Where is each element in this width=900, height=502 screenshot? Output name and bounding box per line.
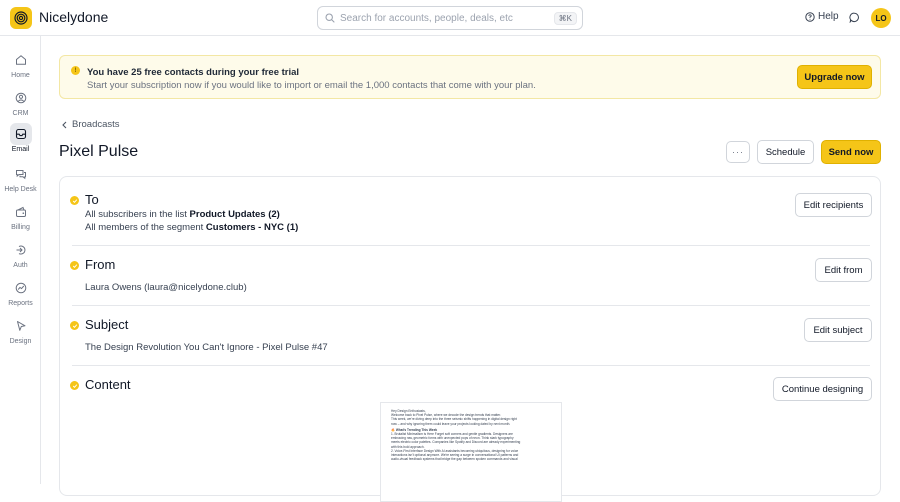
global-search[interactable]: ⌘K bbox=[317, 6, 583, 30]
sidebar-item-label: Billing bbox=[11, 224, 30, 231]
sidebar-item-reports[interactable]: Reports bbox=[0, 277, 41, 307]
divider bbox=[72, 245, 870, 246]
list-name: Product Updates (2) bbox=[189, 209, 280, 220]
sidebar-item-auth[interactable]: Auth bbox=[0, 239, 41, 269]
sidebar-item-label: Help Desk bbox=[4, 186, 37, 193]
from-value: Laura Owens (laura@nicelydone.club) bbox=[85, 282, 247, 293]
sidebar-item-label: Home bbox=[11, 72, 30, 79]
subject-value: The Design Revolution You Can't Ignore -… bbox=[85, 342, 328, 353]
search-shortcut-badge: ⌘K bbox=[553, 11, 577, 25]
send-now-button[interactable]: Send now bbox=[821, 140, 881, 164]
home-icon bbox=[10, 49, 32, 71]
sidebar-item-label: Design bbox=[9, 338, 32, 345]
sidebar-item-label: CRM bbox=[12, 110, 29, 117]
subject-title: Subject bbox=[85, 317, 129, 332]
crm-icon bbox=[10, 87, 32, 109]
segment-name: Customers - NYC (1) bbox=[205, 222, 299, 233]
divider bbox=[72, 305, 870, 306]
auth-icon bbox=[10, 239, 32, 261]
info-icon: ! bbox=[71, 66, 80, 75]
preview-line: audio-visual feedback systems that bridg… bbox=[391, 457, 518, 462]
trial-banner: ! You have 25 free contacts during your … bbox=[59, 55, 881, 99]
check-circle-icon bbox=[70, 381, 79, 390]
search-input[interactable] bbox=[340, 12, 554, 24]
check-circle-icon bbox=[70, 196, 79, 205]
to-segment-line: All members of the segment Customers - N… bbox=[85, 222, 299, 233]
sidebar-item-design[interactable]: Design bbox=[0, 315, 41, 345]
to-title: To bbox=[85, 192, 99, 207]
sidebar-item-crm[interactable]: CRM bbox=[0, 87, 41, 117]
edit-recipients-button[interactable]: Edit recipients bbox=[795, 193, 872, 217]
check-circle-icon bbox=[70, 321, 79, 330]
search-icon bbox=[325, 13, 335, 23]
app-logo[interactable] bbox=[10, 7, 32, 29]
to-list-line: All subscribers in the list Product Upda… bbox=[85, 209, 280, 220]
sidebar-item-email[interactable]: Email bbox=[0, 123, 41, 153]
reports-icon bbox=[10, 277, 32, 299]
billing-icon bbox=[10, 201, 32, 223]
sidebar-item-home[interactable]: Home bbox=[0, 49, 41, 79]
chat-button[interactable] bbox=[849, 12, 860, 23]
edit-from-button[interactable]: Edit from bbox=[815, 258, 872, 282]
email-preview[interactable]: Hey Design Enthusiasts, Welcome back to … bbox=[380, 402, 562, 502]
help-button[interactable]: Help bbox=[805, 11, 839, 22]
app-name: Nicelydone bbox=[39, 9, 109, 25]
logo-icon bbox=[14, 11, 28, 25]
breadcrumb-broadcasts[interactable]: Broadcasts bbox=[72, 119, 120, 130]
chevron-left-icon bbox=[62, 121, 67, 128]
design-icon bbox=[10, 315, 32, 337]
check-circle-icon bbox=[70, 261, 79, 270]
sidebar: Home CRM Email Help Desk Billing Auth Re… bbox=[0, 36, 41, 484]
sidebar-item-billing[interactable]: Billing bbox=[0, 201, 41, 231]
sidebar-item-label: Email bbox=[11, 146, 30, 153]
banner-text: Start your subscription now if you would… bbox=[87, 80, 536, 91]
schedule-button[interactable]: Schedule bbox=[757, 140, 814, 164]
help-label: Help bbox=[818, 11, 839, 22]
help-circle-icon bbox=[805, 11, 815, 22]
more-options-button[interactable]: ··· bbox=[726, 141, 750, 163]
sidebar-item-label: Auth bbox=[13, 262, 28, 269]
edit-subject-button[interactable]: Edit subject bbox=[804, 318, 872, 342]
divider bbox=[72, 365, 870, 366]
page-title: Pixel Pulse bbox=[59, 143, 139, 160]
user-avatar[interactable]: LO bbox=[871, 8, 891, 28]
upgrade-button[interactable]: Upgrade now bbox=[797, 65, 872, 89]
broadcast-card: To All subscribers in the list Product U… bbox=[59, 176, 881, 502]
preview-line: now – and why ignoring them could leave … bbox=[391, 421, 511, 426]
continue-designing-button[interactable]: Continue designing bbox=[773, 377, 872, 401]
chat-bubble-icon bbox=[849, 12, 859, 23]
help-desk-icon bbox=[10, 163, 32, 185]
from-title: From bbox=[85, 257, 116, 272]
email-icon bbox=[9, 123, 32, 145]
breadcrumb[interactable]: Broadcasts bbox=[61, 119, 120, 130]
banner-title: You have 25 free contacts during your fr… bbox=[87, 67, 300, 78]
sidebar-item-help-desk[interactable]: Help Desk bbox=[0, 163, 41, 193]
top-bar: Nicelydone ⌘K Help LO bbox=[0, 0, 900, 36]
sidebar-item-label: Reports bbox=[8, 300, 33, 307]
content-title: Content bbox=[85, 377, 131, 392]
